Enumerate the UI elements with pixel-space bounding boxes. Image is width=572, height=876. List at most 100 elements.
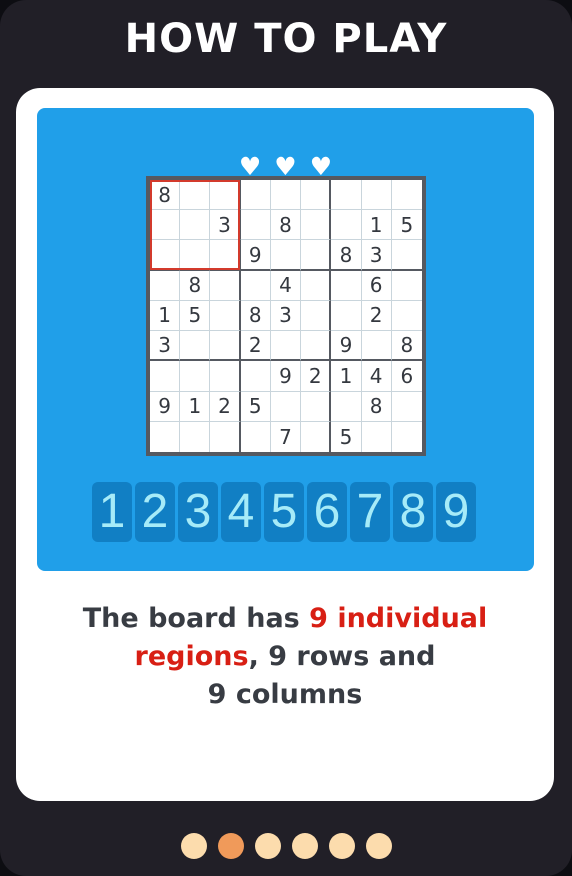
pagination-dot[interactable] [291,833,318,859]
board-cell[interactable]: 3 [150,331,181,362]
board-cell[interactable] [240,361,271,392]
board-cell[interactable] [301,331,332,362]
board-cell[interactable] [331,180,362,211]
board-cell[interactable]: 5 [391,210,422,241]
board-cell[interactable] [301,210,332,241]
number-key-9[interactable]: 9 [436,482,476,542]
board-cell[interactable] [270,391,302,422]
board-cell[interactable] [180,331,211,362]
board-cell[interactable]: 8 [361,391,392,422]
board-cell[interactable] [301,391,332,422]
pagination-dot[interactable] [328,833,355,859]
pagination-dot[interactable] [180,833,207,859]
board-cell[interactable] [361,421,392,452]
number-key-5[interactable]: 5 [264,482,304,542]
board-cell[interactable] [180,361,211,392]
board-cell[interactable]: 2 [240,331,271,362]
description-highlight: regions [134,641,249,672]
board-cell[interactable]: 5 [240,391,271,422]
board-cell[interactable] [150,270,181,301]
board-cell[interactable]: 4 [270,270,302,301]
board-cell[interactable] [301,240,332,271]
pagination-dots [0,833,572,859]
board-cell[interactable] [210,240,241,271]
board-cell[interactable] [391,240,422,271]
board-cell[interactable]: 3 [270,300,302,332]
number-key-8[interactable]: 8 [393,482,433,542]
board-cell[interactable] [391,300,422,332]
number-key-4[interactable]: 4 [221,482,261,542]
board-cell[interactable] [210,180,241,211]
tutorial-description: The board has 9 individual regions, 9 ro… [16,600,554,714]
board-cell[interactable]: 9 [150,391,181,422]
board-cell[interactable] [270,240,302,271]
board-cell[interactable]: 4 [361,361,392,392]
board-cell[interactable] [240,180,271,211]
tutorial-card: ♥♥♥ 83815983846158323298921469125875 123… [16,88,554,801]
board-cell[interactable] [180,421,211,452]
board-cell[interactable] [301,300,332,332]
board-cell[interactable]: 7 [270,421,302,452]
board-cell[interactable]: 6 [361,270,392,301]
board-cell[interactable]: 5 [331,421,362,452]
number-key-1[interactable]: 1 [92,482,132,542]
board-cell[interactable] [391,270,422,301]
board-cell[interactable] [391,421,422,452]
board-cell[interactable] [150,361,181,392]
pagination-dot-active[interactable] [217,833,244,859]
board-cell[interactable] [150,421,181,452]
board-cell[interactable]: 8 [150,180,181,211]
board-cell[interactable] [301,270,332,301]
board-cell[interactable] [240,421,271,452]
board-cell[interactable] [331,270,362,301]
number-key-6[interactable]: 6 [307,482,347,542]
board-cell[interactable]: 8 [331,240,362,271]
board-cell[interactable]: 3 [361,240,392,271]
board-cell[interactable] [240,270,271,301]
board-cell[interactable]: 5 [180,300,211,332]
board-cell[interactable] [331,300,362,332]
board-cell[interactable] [180,180,211,211]
board-cell[interactable]: 1 [331,361,362,392]
board-cell[interactable]: 3 [210,210,241,241]
board-cell[interactable] [391,180,422,211]
board-cell[interactable]: 8 [391,331,422,362]
board-cell[interactable] [210,331,241,362]
board-cell[interactable]: 1 [150,300,181,332]
board-cell[interactable] [210,300,241,332]
board-cell[interactable] [331,391,362,422]
board-cell[interactable] [301,421,332,452]
board-cell[interactable] [391,391,422,422]
board-cell[interactable]: 9 [331,331,362,362]
board-cell[interactable] [361,180,392,211]
board-cell[interactable] [331,210,362,241]
board-cell[interactable]: 2 [301,361,332,392]
board-cell[interactable]: 8 [240,300,271,332]
board-cell[interactable] [270,331,302,362]
board-cell[interactable] [210,270,241,301]
board-cell[interactable] [240,210,271,241]
board-cell[interactable] [150,210,181,241]
board-cell[interactable]: 9 [270,361,302,392]
number-key-7[interactable]: 7 [350,482,390,542]
board-cell[interactable]: 8 [270,210,302,241]
board-cell[interactable] [270,180,302,211]
board-cell[interactable]: 6 [391,361,422,392]
board-cell[interactable]: 1 [361,210,392,241]
board-cell[interactable] [180,240,211,271]
board-cell[interactable] [210,361,241,392]
board-cell[interactable] [180,210,211,241]
board-cell[interactable] [301,180,332,211]
pagination-dot[interactable] [254,833,281,859]
board-cell[interactable]: 2 [361,300,392,332]
board-cell[interactable] [210,421,241,452]
board-cell[interactable]: 8 [180,270,211,301]
number-key-3[interactable]: 3 [178,482,218,542]
board-cell[interactable]: 9 [240,240,271,271]
board-cell[interactable] [361,331,392,362]
board-cell[interactable]: 1 [180,391,211,422]
number-key-2[interactable]: 2 [135,482,175,542]
pagination-dot[interactable] [365,833,392,859]
board-cell[interactable]: 2 [210,391,241,422]
board-cell[interactable] [150,240,181,271]
